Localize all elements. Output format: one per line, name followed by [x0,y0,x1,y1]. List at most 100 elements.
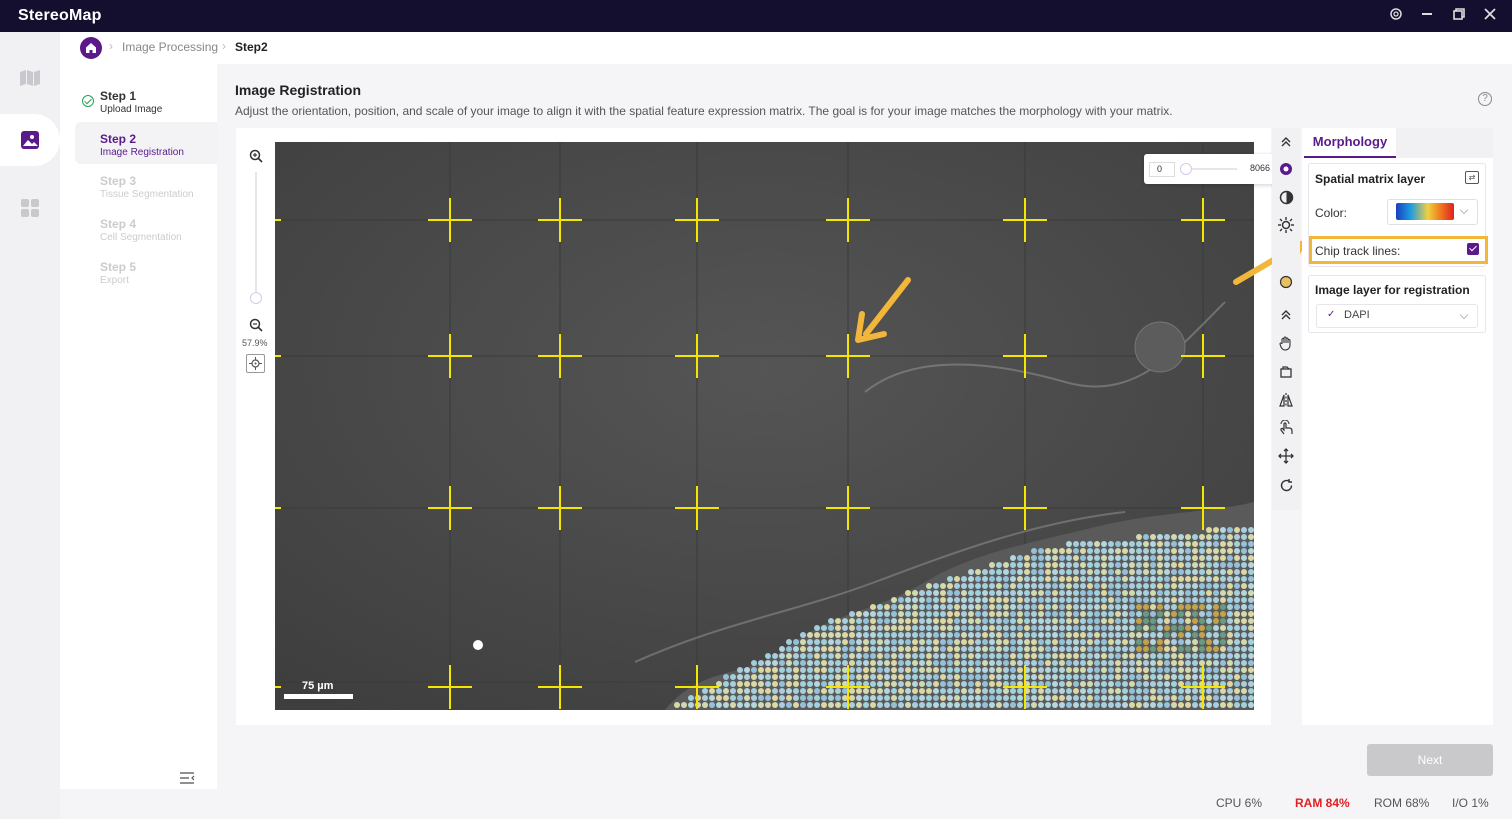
image-layer-select[interactable] [1316,304,1478,328]
expression-spot [905,632,911,638]
step-2[interactable]: Step 2 Image Registration [100,132,184,158]
collapse-up-icon[interactable] [1277,133,1295,151]
expression-spot [1010,569,1016,575]
expression-spot [1129,590,1135,596]
expression-spot [1234,688,1240,694]
rotate-90-icon[interactable] [1277,362,1295,380]
apps-icon[interactable] [14,192,46,224]
expression-spot [1206,541,1212,547]
fit-view-icon[interactable] [246,354,265,373]
color-picker-icon[interactable] [1277,273,1295,291]
expression-spot [1038,632,1044,638]
expression-spot [891,625,897,631]
expression-spot [1080,611,1086,617]
step-1[interactable]: Step 1 Upload Image [100,89,162,115]
zoom-in-icon[interactable] [247,147,265,165]
expression-spot [1192,702,1198,708]
expression-spot [1017,667,1023,673]
expression-spot [954,653,960,659]
help-icon[interactable]: ? [1478,92,1492,106]
expression-spot [1171,590,1177,596]
expression-spot [1038,597,1044,603]
flip-icon[interactable] [1277,391,1295,409]
expression-spot [996,590,1002,596]
expression-spot [814,625,820,631]
expression-spot [1024,611,1030,617]
expression-spot [1038,646,1044,652]
expression-spot [1213,548,1219,554]
close-icon[interactable] [1480,6,1500,26]
expression-spot [961,660,967,666]
expression-spot [961,590,967,596]
restore-icon[interactable] [1449,6,1469,26]
expression-spot [1010,702,1016,708]
expression-spot [821,653,827,659]
expression-spot [1059,548,1065,554]
expression-spot [821,695,827,701]
expression-spot [1143,562,1149,568]
expression-spot [772,681,778,687]
expression-spot [1017,576,1023,582]
collapse-sidebar-icon[interactable] [179,771,195,790]
expression-spot [1038,555,1044,561]
next-button[interactable]: Next [1367,744,1493,776]
expression-spot [884,660,890,666]
swap-icon[interactable]: ⇄ [1465,171,1479,184]
expression-spot [1164,639,1170,645]
expression-spot [842,625,848,631]
expression-spot [807,702,813,708]
image-icon[interactable] [14,124,46,156]
expression-spot [835,667,841,673]
map-icon[interactable] [14,62,46,94]
expression-spot [1017,674,1023,680]
expression-spot [1129,625,1135,631]
range-min-input[interactable]: 0 [1149,162,1175,177]
expression-spot [1080,632,1086,638]
expression-spot [989,632,995,638]
expression-spot [1038,562,1044,568]
tab-morphology[interactable]: Morphology [1304,128,1396,158]
expression-spot [926,611,932,617]
contrast-icon[interactable] [1277,188,1295,206]
expression-spot [1171,541,1177,547]
settings-icon[interactable] [1386,6,1406,26]
brightness-icon[interactable] [1277,216,1295,234]
expression-spot [709,688,715,694]
expression-spot [1227,541,1233,547]
expression-spot [1241,569,1247,575]
range-slider-handle[interactable] [1180,163,1192,175]
zoom-out-icon[interactable] [247,316,265,334]
home-icon[interactable] [80,37,102,59]
registration-canvas[interactable] [275,142,1254,710]
zoom-slider[interactable] [255,172,257,300]
expression-spot [1192,569,1198,575]
move-icon[interactable] [1277,447,1295,465]
expression-spot [1241,681,1247,687]
expression-spot [996,597,1002,603]
minimize-icon[interactable] [1417,6,1437,26]
expression-spot [1129,660,1135,666]
reset-icon[interactable] [1277,476,1295,494]
expression-spot [1094,618,1100,624]
expression-spot [1094,646,1100,652]
expression-spot [1143,702,1149,708]
expression-spot [1136,639,1142,645]
expression-spot [1157,541,1163,547]
expression-spot [1157,695,1163,701]
chip-track-checkbox[interactable] [1467,243,1479,255]
expression-spot [1150,555,1156,561]
collapse-up-icon[interactable] [1277,306,1295,324]
touch-gesture-icon[interactable] [1277,419,1295,437]
expression-spot [1171,569,1177,575]
expression-spot [1234,541,1240,547]
expression-spot [933,667,939,673]
breadcrumb-image-processing[interactable]: Image Processing [122,40,218,54]
contrast-settings-icon[interactable] [1277,160,1295,178]
zoom-slider-handle[interactable] [250,292,262,304]
expression-spot [723,674,729,680]
expression-spot [1234,555,1240,561]
expression-spot [1045,576,1051,582]
hand-pan-icon[interactable] [1277,334,1295,352]
expression-spot [905,674,911,680]
expression-spot [947,681,953,687]
